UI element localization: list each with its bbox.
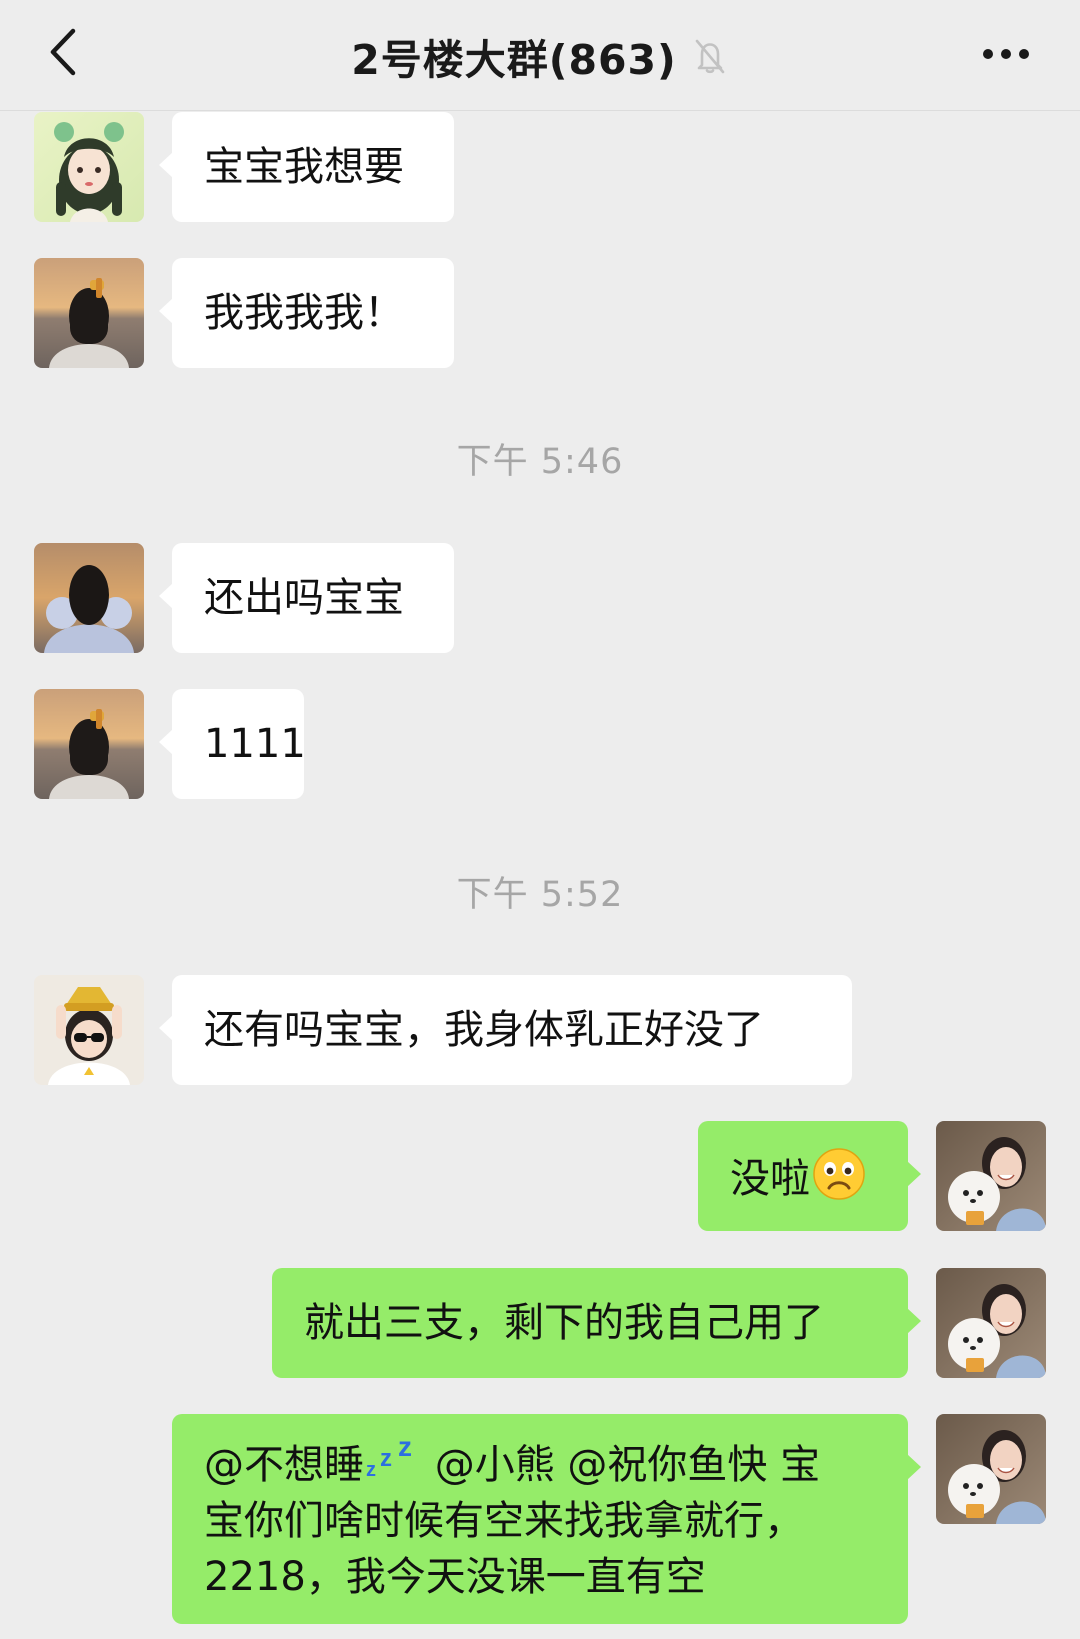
avatar-green-hair-girl[interactable] (34, 112, 144, 222)
message-bubble[interactable]: 就出三支，剩下的我自己用了 (272, 1268, 921, 1378)
message-line: 宝你们啥时候有空来找我拿就行， (204, 1498, 804, 1544)
message-bubble[interactable]: 我我我我！ (159, 258, 454, 368)
chevron-left-icon (47, 27, 81, 81)
svg-text:z: z (380, 1445, 392, 1472)
message-bubble[interactable]: 1111 (159, 689, 306, 799)
message-line: 2218，我今天没课一直有空 (204, 1554, 706, 1600)
message-text: @小熊 @祝你鱼快 宝 (422, 1442, 821, 1488)
avatar-girl-back-view[interactable] (34, 258, 144, 368)
svg-text:z: z (398, 1434, 412, 1462)
message-bubble[interactable]: @不想睡 z z z @小熊 @祝你鱼快 宝 宝你们啥时候有空来找我拿就行， 2… (172, 1414, 921, 1624)
message-text: 我我我我！ (204, 290, 404, 336)
message-text: 还出吗宝宝 (204, 575, 404, 621)
zzz-emoji: z z z (364, 1431, 422, 1493)
avatar-self-dog[interactable] (936, 1121, 1046, 1231)
message-text: 就出三支，剩下的我自己用了 (304, 1300, 824, 1346)
message-bubble[interactable]: 还出吗宝宝 (159, 543, 454, 653)
more-button[interactable] (966, 24, 1046, 84)
svg-text:z: z (366, 1459, 376, 1478)
avatar-self-dog[interactable] (936, 1414, 1046, 1524)
message-bubble[interactable]: 没啦 (698, 1121, 921, 1231)
avatar-girl-back-view[interactable] (34, 689, 144, 799)
nav-bar: 2号楼大群(863) (0, 0, 1080, 111)
chat-title-group: 2号楼大群(863) (351, 26, 729, 86)
avatar-self-dog[interactable] (936, 1268, 1046, 1378)
message-bubble[interactable]: 宝宝我想要 (159, 112, 454, 222)
avatar-girl-sunglasses[interactable] (34, 975, 144, 1085)
message-bubble[interactable]: 还有吗宝宝，我身体乳正好没了 (159, 975, 852, 1085)
message-line: @不想睡 z z z @小熊 @祝你鱼快 宝 (204, 1431, 876, 1493)
more-dots-icon (982, 45, 1030, 64)
message-text: 宝宝我想要 (204, 144, 404, 190)
mention-text[interactable]: @不想睡 (204, 1442, 364, 1488)
avatar-girl-sea-dress[interactable] (34, 543, 144, 653)
message-text: 没啦 (730, 1156, 810, 1202)
back-button[interactable] (34, 24, 94, 84)
message-text: 还有吗宝宝，我身体乳正好没了 (204, 1007, 764, 1053)
timestamp: 下午 5:52 (456, 875, 624, 915)
frowning-face-emoji (812, 1147, 866, 1215)
chat-title: 2号楼大群(863) (351, 36, 677, 84)
bell-off-icon (691, 37, 729, 75)
timestamp: 下午 5:46 (456, 442, 624, 482)
message-text: 1111 (204, 721, 306, 767)
